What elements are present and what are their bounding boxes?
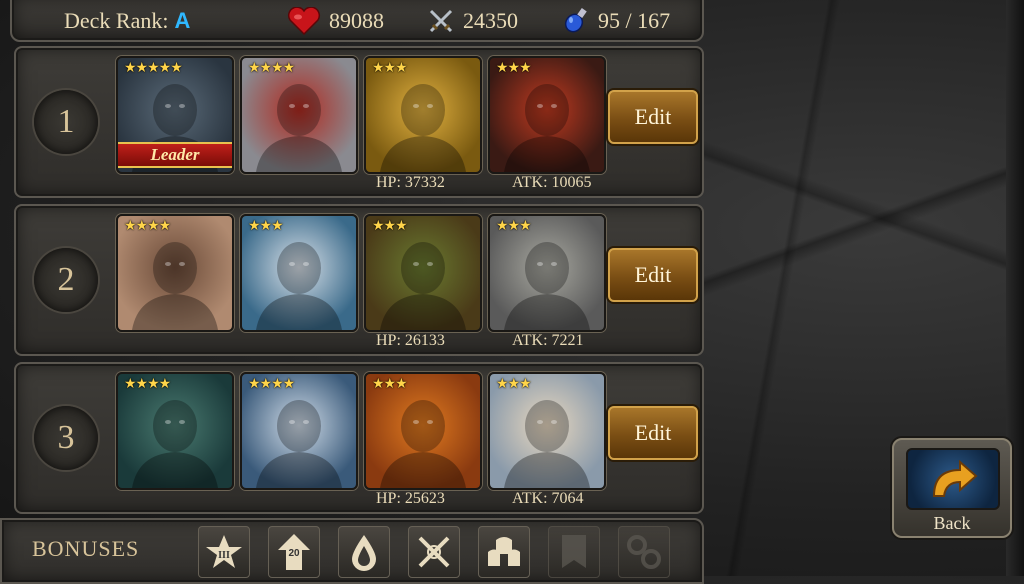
star-rating: ★★★★★	[124, 60, 183, 76]
hero-card-ice-maiden[interactable]: ★★★	[488, 372, 606, 490]
curved-arrow-icon	[932, 459, 978, 497]
hero-card-dark-knight[interactable]: ★★★★	[116, 372, 234, 490]
deck-atk: ATK: 7064	[512, 490, 584, 507]
hero-card-blue-warrior[interactable]: ★★★	[240, 214, 358, 332]
deck-hp: HP: 25623	[376, 490, 445, 507]
star-rating: ★★★	[248, 218, 284, 234]
back-icon-frame	[906, 448, 1000, 510]
atk-total: 24350	[427, 6, 518, 36]
star-rating: ★★★	[372, 218, 408, 234]
deck-rank: Deck Rank: A	[64, 6, 190, 36]
deck-row: 3 ★★★★ ★★★★ ★★★ ★★★ HP: 25623 ATK: 7064 Edit	[14, 362, 704, 514]
top-stats-bar: Deck Rank: A 89088 24350 95 / 167	[10, 0, 704, 42]
svg-text:20: 20	[288, 548, 300, 559]
leader-banner: Leader	[118, 142, 232, 168]
back-label: Back	[933, 513, 971, 533]
bonuses-label: BONUSES	[32, 536, 140, 561]
deck-rank-value: A	[174, 8, 191, 33]
edit-deck-button[interactable]: Edit	[608, 248, 698, 302]
edit-deck-button[interactable]: Edit	[608, 90, 698, 144]
deck-number: 2	[34, 248, 98, 312]
bonus-arrow-20[interactable]: 20	[268, 526, 320, 578]
svg-text:III: III	[218, 550, 230, 561]
bonus-helmets[interactable]	[478, 526, 530, 578]
star-rating: ★★★	[372, 376, 408, 392]
chain-icon	[627, 535, 661, 569]
helmets-icon	[488, 537, 520, 566]
bonus-star-iii[interactable]: III	[198, 526, 250, 578]
potion-icon	[564, 8, 587, 33]
deck-rank-label: Deck Rank:	[64, 8, 169, 33]
star-iii-icon: III	[206, 535, 242, 568]
hero-card-golden-paladin[interactable]: ★★★	[364, 56, 482, 174]
star-rating: ★★★★	[124, 218, 171, 234]
bonuses-bar: BONUSES III 20	[0, 518, 704, 584]
deck-hp: HP: 37332	[376, 174, 445, 191]
hp-total-value: 89088	[329, 8, 384, 33]
deck-hp: HP: 26133	[376, 332, 445, 349]
mana-value: 95 / 167	[598, 8, 671, 33]
deck-row: 1 ★★★★★ Leader ★★★★ ★★★ ★★★ HP: 37332 ATK: 1006…	[14, 46, 704, 198]
hero-card-hooded-goblin[interactable]: ★★★	[364, 214, 482, 332]
bonus-drop[interactable]	[338, 526, 390, 578]
star-rating: ★★★	[372, 60, 408, 76]
drop-icon	[352, 535, 376, 571]
atk-total-value: 24350	[463, 8, 518, 33]
back-button[interactable]: Back	[892, 438, 1012, 538]
deck-number: 3	[34, 406, 98, 470]
deck-atk: ATK: 7221	[512, 332, 584, 349]
star-rating: ★★★★	[248, 60, 295, 76]
heart-icon	[287, 7, 321, 35]
deck-atk: ATK: 10065	[512, 174, 592, 191]
hero-card-white-beard-mage[interactable]: ★★★★	[240, 372, 358, 490]
hero-card-armored-knight[interactable]: ★★★	[488, 214, 606, 332]
crossed-swords-icon	[418, 536, 450, 568]
star-rating: ★★★	[496, 376, 532, 392]
hero-card-red-haired-warrior[interactable]: ★★★	[488, 56, 606, 174]
bonus-crossed-swords[interactable]	[408, 526, 460, 578]
bonus-banner[interactable]	[548, 526, 600, 578]
bonus-chain[interactable]	[618, 526, 670, 578]
deck-row: 2 ★★★★ ★★★ ★★★ ★★★ HP: 26133 ATK: 7221 Edit	[14, 204, 704, 356]
star-rating: ★★★	[496, 218, 532, 234]
star-rating: ★★★★	[124, 376, 171, 392]
arrow-20-icon: 20	[278, 534, 310, 570]
crossed-swords-icon	[429, 9, 453, 33]
banner-icon	[562, 535, 586, 568]
deck-number: 1	[34, 90, 98, 154]
star-rating: ★★★	[496, 60, 532, 76]
hp-total: 89088	[287, 6, 384, 36]
star-rating: ★★★★	[248, 376, 295, 392]
hero-card-brunette-woman[interactable]: ★★★★	[116, 214, 234, 332]
mana-stat: 95 / 167	[562, 6, 670, 36]
hero-card-hooded-assassin[interactable]: ★★★★	[240, 56, 358, 174]
hero-card-werewolf[interactable]: ★★★★★ Leader	[116, 56, 234, 174]
hero-card-fire-elemental[interactable]: ★★★	[364, 372, 482, 490]
edit-deck-button[interactable]: Edit	[608, 406, 698, 460]
